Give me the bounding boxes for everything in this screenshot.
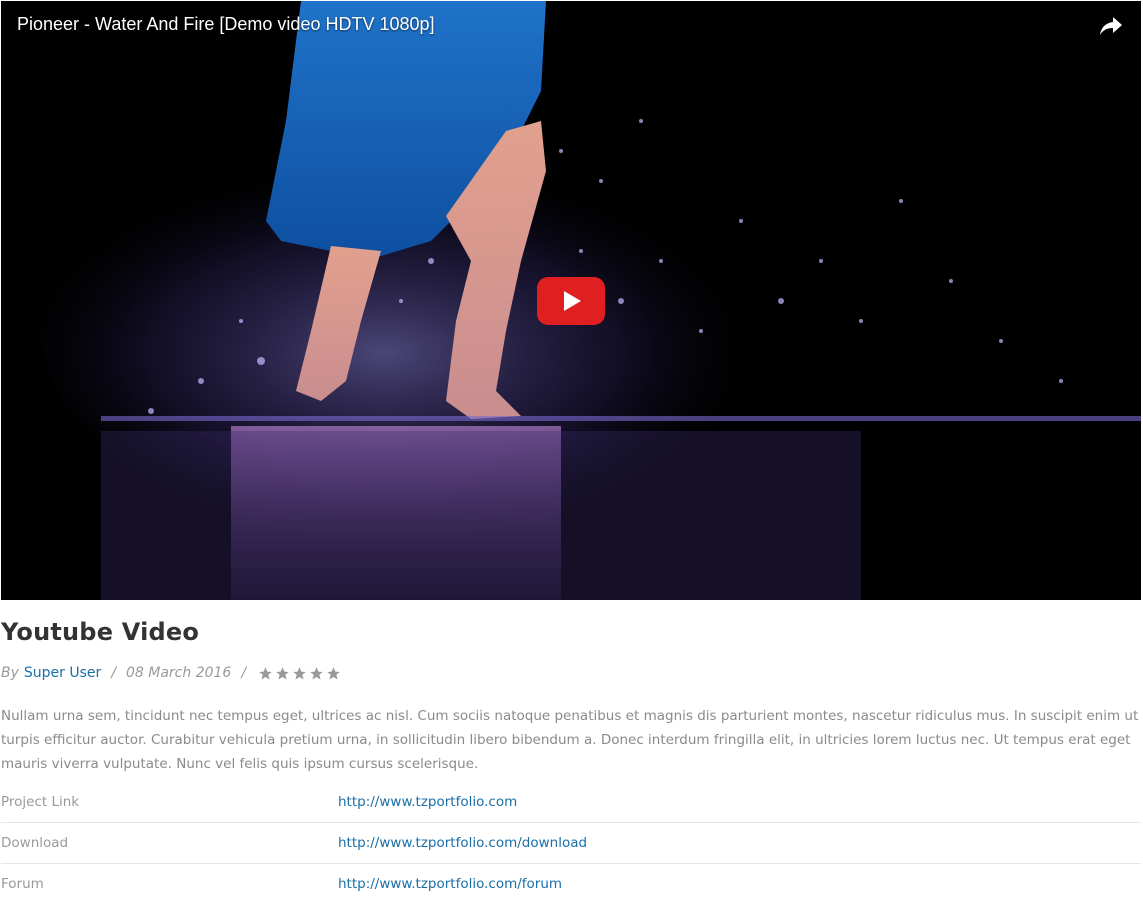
publish-date: 08 March 2016 <box>126 665 232 681</box>
article-title[interactable]: Youtube Video <box>1 618 199 646</box>
star-icon[interactable] <box>258 666 273 681</box>
star-icon[interactable] <box>275 666 290 681</box>
project-link[interactable]: http://www.tzportfolio.com <box>338 794 517 810</box>
star-icon[interactable] <box>309 666 324 681</box>
meta-separator: / <box>111 665 116 681</box>
rating-stars[interactable] <box>258 666 343 681</box>
field-label: Download <box>1 835 69 851</box>
download-link[interactable]: http://www.tzportfolio.com/download <box>338 835 587 851</box>
star-icon[interactable] <box>292 666 307 681</box>
article-description: Nullam urna sem, tincidunt nec tempus eg… <box>1 708 1139 772</box>
star-icon[interactable] <box>326 666 341 681</box>
extra-fields: Project Link http://www.tzportfolio.com … <box>1 782 1141 903</box>
field-row-project-link: Project Link http://www.tzportfolio.com <box>1 782 1141 823</box>
video-player[interactable]: Pioneer - Water And Fire [Demo video HDT… <box>1 1 1141 600</box>
field-row-download: Download http://www.tzportfolio.com/down… <box>1 823 1141 864</box>
field-row-forum: Forum http://www.tzportfolio.com/forum <box>1 864 1141 903</box>
field-label: Project Link <box>1 794 80 810</box>
author-link[interactable]: Super User <box>24 665 101 681</box>
video-title[interactable]: Pioneer - Water And Fire [Demo video HDT… <box>17 14 435 35</box>
youtube-play-icon[interactable] <box>537 277 605 325</box>
forum-link[interactable]: http://www.tzportfolio.com/forum <box>338 876 562 892</box>
page: Pioneer - Water And Fire [Demo video HDT… <box>0 0 1143 903</box>
meta-separator: / <box>241 665 247 681</box>
share-arrow-icon[interactable] <box>1099 15 1123 37</box>
field-label: Forum <box>1 876 44 892</box>
by-label: By <box>1 665 19 681</box>
article-meta: By Super User / 08 March 2016 / <box>1 665 343 681</box>
